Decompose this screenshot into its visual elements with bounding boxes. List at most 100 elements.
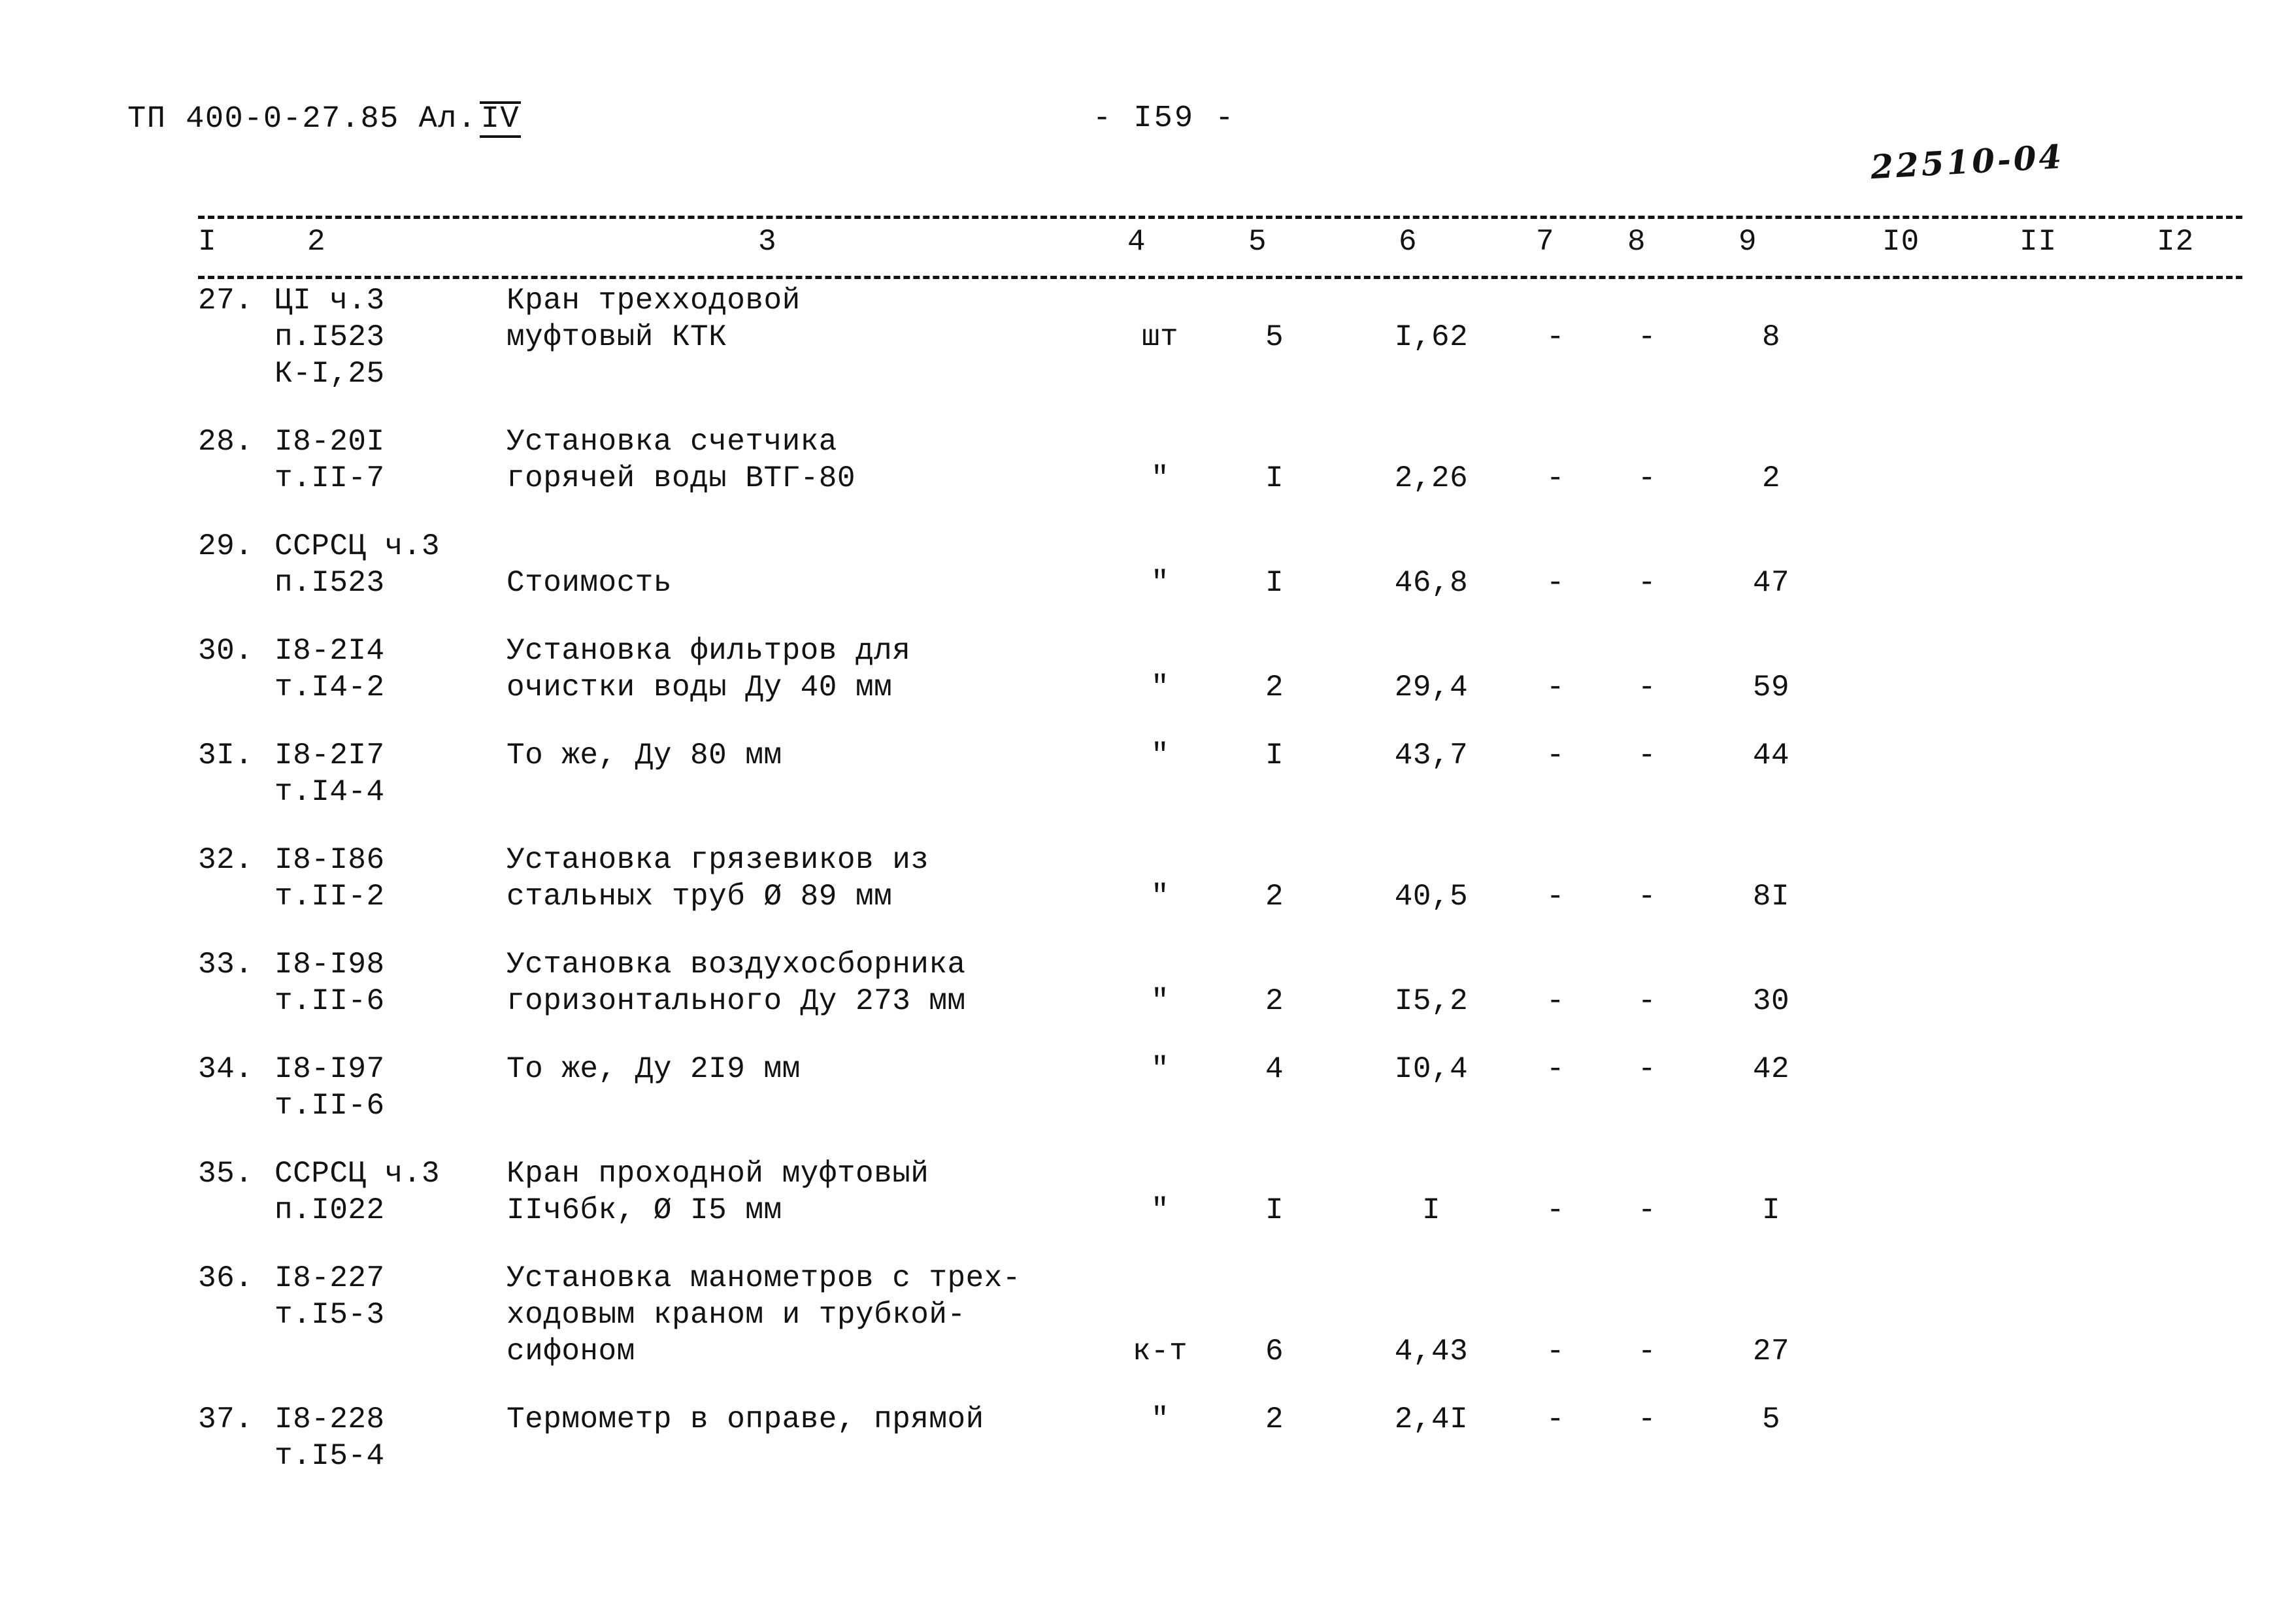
table-rule-bottom: [198, 276, 2242, 279]
row-description-line: Термометр в оправе, прямой: [507, 1402, 984, 1436]
row-quantity: 2: [1265, 880, 1284, 914]
row-value: 2,26: [1394, 461, 1469, 495]
row-value: 40,5: [1394, 880, 1469, 914]
row-col8: -: [1637, 738, 1657, 772]
row-col9: 2: [1761, 461, 1781, 495]
column-header-8: 8: [1627, 225, 1646, 259]
table-row: 28. I8-20I т.II-7 Установка счетчика горячей…: [0, 423, 2294, 528]
row-col7: -: [1546, 738, 1565, 772]
column-header-6: 6: [1399, 225, 1418, 259]
row-description-line: То же, Ду 2I9 мм: [507, 1052, 801, 1086]
row-item-number: 30.: [198, 634, 254, 668]
column-header-I0: I0: [1882, 225, 1920, 259]
row-unit: ": [1150, 1402, 1170, 1436]
row-quantity: 4: [1265, 1052, 1284, 1086]
handwritten-annotation: 22510-04: [1869, 137, 2065, 187]
row-col8: -: [1637, 1052, 1657, 1086]
row-col9: 42: [1752, 1052, 1790, 1086]
row-col8: -: [1637, 461, 1657, 495]
row-code-line: т.I5-4: [274, 1439, 385, 1473]
row-unit: ": [1150, 461, 1170, 495]
row-col9: I: [1761, 1193, 1781, 1227]
column-header-9: 9: [1738, 225, 1757, 259]
row-col7: -: [1546, 1402, 1565, 1436]
row-col8: -: [1637, 880, 1657, 914]
row-value: I,62: [1394, 320, 1469, 354]
row-item-number: 35.: [198, 1157, 254, 1191]
row-col8: -: [1637, 984, 1657, 1018]
column-header-II: II: [2020, 225, 2057, 259]
column-header-I: I: [198, 225, 217, 259]
row-description-line: горизонтального Ду 273 мм: [507, 984, 966, 1018]
column-header-5: 5: [1248, 225, 1267, 259]
row-quantity: 2: [1265, 984, 1284, 1018]
row-item-number: 28.: [198, 425, 254, 459]
row-unit: к-т: [1132, 1334, 1188, 1368]
row-description-line: сифоном: [507, 1334, 635, 1368]
row-description-line: муфтовый КТК: [507, 320, 727, 354]
document-page: ТП 400-0-27.85 Ал. IV - I59 - 22510-04 I2…: [0, 0, 2294, 1624]
row-value: 46,8: [1394, 566, 1469, 600]
table-row: 34. I8-I97 т.II-6 То же, Ду 2I9 мм " 4 I0,4- -4…: [0, 1051, 2294, 1155]
row-col8: -: [1637, 1193, 1657, 1227]
row-unit: ": [1150, 738, 1170, 772]
row-description-line: То же, Ду 80 мм: [507, 738, 782, 772]
row-value: I5,2: [1394, 984, 1469, 1018]
row-value: 2,4I: [1394, 1402, 1469, 1436]
column-header-4: 4: [1127, 225, 1146, 259]
row-col7: -: [1546, 320, 1565, 354]
table-row: 32. I8-I86 т.II-2 Установка грязевиков из ст…: [0, 842, 2294, 946]
row-item-number: 29.: [198, 529, 254, 563]
row-code-line: ССРСЦ ч.3: [274, 529, 440, 563]
row-unit: шт: [1141, 320, 1179, 354]
row-unit: ": [1150, 1193, 1170, 1227]
row-description-line: Установка манометров с трех-: [507, 1261, 1021, 1295]
row-description-line: стальных труб Ø 89 мм: [507, 880, 893, 914]
row-value: 29,4: [1394, 671, 1469, 704]
row-value: I: [1421, 1193, 1441, 1227]
table-row: 29. ССРСЦ ч.3 п.I523 Стоимость " I 46,8- -47: [0, 528, 2294, 633]
row-col7: -: [1546, 671, 1565, 704]
table-row: 36. I8-227 т.I5-3 Установка манометров с тр…: [0, 1260, 2294, 1401]
row-col7: -: [1546, 1052, 1565, 1086]
table-row: 35. ССРСЦ ч.3 п.I022 Кран проходной муфтовы…: [0, 1155, 2294, 1260]
row-col8: -: [1637, 671, 1657, 704]
document-code-text: ТП 400-0-27.85 Ал.: [127, 102, 477, 137]
row-unit: ": [1150, 880, 1170, 914]
row-col9: 8I: [1752, 880, 1790, 914]
row-quantity: I: [1265, 566, 1284, 600]
row-quantity: 6: [1265, 1334, 1284, 1368]
page-number: - I59 -: [1093, 101, 1236, 136]
row-item-number: 33.: [198, 948, 254, 982]
row-col9: 47: [1752, 566, 1790, 600]
column-header-I2: I2: [2157, 225, 2195, 259]
row-description-line: Установка грязевиков из: [507, 843, 929, 877]
row-quantity: 5: [1265, 320, 1284, 354]
table-rule-top: [198, 216, 2242, 219]
row-col8: -: [1637, 320, 1657, 354]
row-description-line: Установка воздухосборника: [507, 948, 966, 982]
row-col7: -: [1546, 984, 1565, 1018]
column-header-3: 3: [758, 225, 777, 259]
row-value: 43,7: [1394, 738, 1469, 772]
row-item-number: 37.: [198, 1402, 254, 1436]
table-body: 27. ЦI ч.3 п.I523 К-I,25 Кран трехходовой муф…: [0, 282, 2294, 1506]
row-col8: -: [1637, 1334, 1657, 1368]
row-col7: -: [1546, 1334, 1565, 1368]
row-description-line: Установка счетчика: [507, 425, 837, 459]
row-code-line: т.II-6: [274, 1089, 385, 1123]
document-code-header: ТП 400-0-27.85 Ал. IV: [127, 101, 522, 138]
row-quantity: I: [1265, 1193, 1284, 1227]
row-code-line: К-I,25: [274, 357, 385, 391]
row-item-number: 36.: [198, 1261, 254, 1295]
row-quantity: 2: [1265, 1402, 1284, 1436]
row-col9: 30: [1752, 984, 1790, 1018]
row-description-line: ходовым краном и трубкой-: [507, 1298, 966, 1332]
row-item-number: 3I.: [198, 738, 254, 772]
column-header-7: 7: [1536, 225, 1555, 259]
row-code-line: т.I4-4: [274, 775, 385, 809]
row-col7: -: [1546, 1193, 1565, 1227]
row-unit: ": [1150, 1052, 1170, 1086]
row-description-line: Кран проходной муфтовый: [507, 1157, 929, 1191]
row-value: 4,43: [1394, 1334, 1469, 1368]
